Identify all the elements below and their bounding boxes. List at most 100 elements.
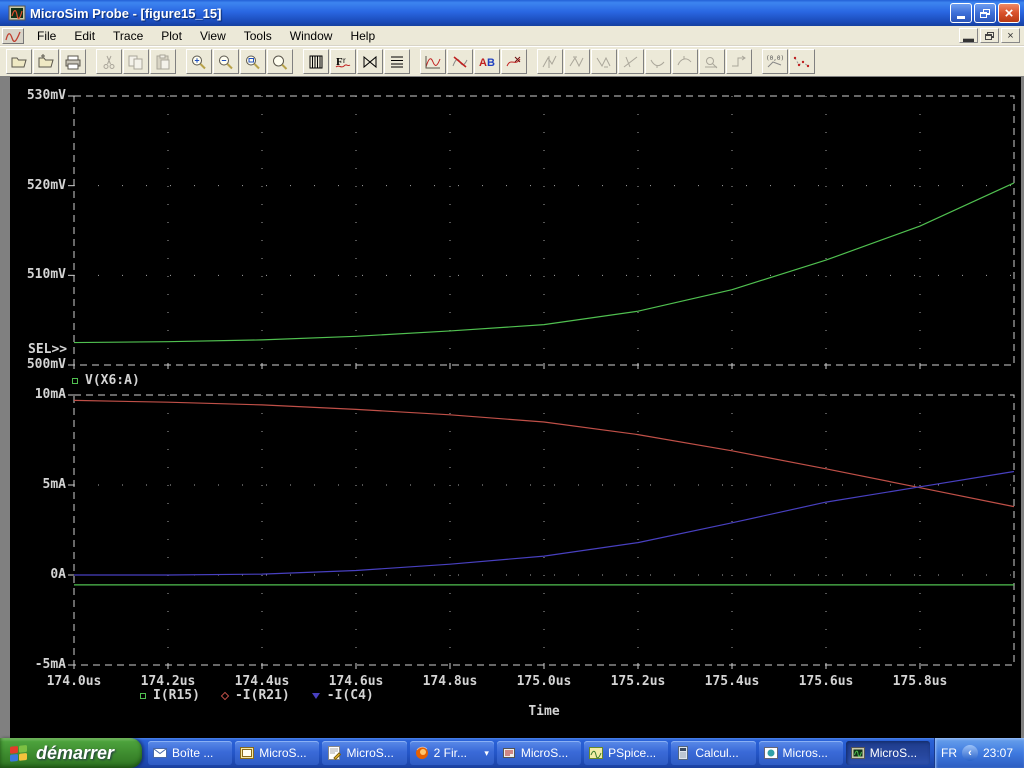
eval-goal-function-button[interactable]: AB bbox=[474, 49, 500, 74]
delete-trace-button[interactable] bbox=[447, 49, 473, 74]
task-dropdown-icon[interactable]: ▾ bbox=[484, 748, 489, 759]
menu-item-help[interactable]: Help bbox=[341, 27, 384, 45]
cursor-toggle-icon bbox=[542, 55, 557, 68]
task-button-label: PSpice... bbox=[608, 746, 657, 760]
close-button[interactable]: × bbox=[998, 3, 1020, 23]
task-button[interactable]: MicroS... bbox=[496, 741, 582, 765]
task-button[interactable]: Boîte ... bbox=[148, 741, 233, 765]
y-tick-label: 0A bbox=[50, 567, 66, 582]
triangle-marker-icon bbox=[311, 692, 320, 699]
start-button[interactable]: démarrer bbox=[0, 738, 142, 768]
minimize-icon bbox=[957, 16, 965, 19]
legend-item[interactable]: V(X6:A) bbox=[72, 373, 140, 388]
zoom-fit-button[interactable] bbox=[267, 49, 293, 74]
legend-label: -I(R21) bbox=[234, 688, 290, 703]
x-axis-settings-button[interactable] bbox=[357, 49, 383, 74]
menu-item-view[interactable]: View bbox=[191, 27, 235, 45]
y-tick-label: 520mV bbox=[26, 177, 66, 193]
y-tick-label: 10mA bbox=[34, 387, 66, 402]
legend-item[interactable]: -I(R21) bbox=[220, 688, 290, 703]
mdi-minimize-icon: ▬ bbox=[963, 32, 974, 45]
title-bar[interactable]: MicroSim Probe - [figure15_15] × bbox=[0, 0, 1024, 26]
minimize-button[interactable] bbox=[950, 3, 972, 23]
task-button[interactable]: Calcul... bbox=[671, 741, 756, 765]
task-button[interactable]: PSpice... bbox=[584, 741, 669, 765]
task-button[interactable]: MicroS... bbox=[322, 741, 407, 765]
plot-columns-button[interactable] bbox=[303, 49, 329, 74]
mark-trace-button[interactable] bbox=[501, 49, 527, 74]
mdi-system-menu-button[interactable] bbox=[2, 27, 24, 44]
calculator-icon bbox=[678, 746, 689, 760]
zoom-out-button[interactable] bbox=[213, 49, 239, 74]
toolbar: Fr A B (0,0) bbox=[0, 46, 1024, 77]
trace--I(C4)[interactable] bbox=[74, 470, 1015, 576]
task-button-label: Micros... bbox=[782, 746, 828, 760]
task-button[interactable]: MicroS... bbox=[235, 741, 320, 765]
menu-item-file[interactable]: File bbox=[28, 27, 65, 45]
cursor-next-button bbox=[726, 49, 752, 74]
task-button[interactable]: 2 Fir... ▾ bbox=[409, 741, 494, 765]
task-button-label: Calcul... bbox=[695, 746, 739, 760]
probe-document-icon bbox=[5, 31, 21, 42]
system-tray: FR ‹ 23:07 bbox=[934, 738, 1024, 768]
trace--I(R21)[interactable] bbox=[73, 399, 1015, 508]
plot-canvas[interactable] bbox=[10, 77, 1021, 738]
legend-item[interactable]: -I(C4) bbox=[311, 688, 374, 703]
x-tick-label: 174.8us bbox=[422, 674, 478, 689]
delete-trace-icon bbox=[452, 55, 468, 68]
menu-item-plot[interactable]: Plot bbox=[152, 27, 191, 45]
task-button[interactable]: Micros... bbox=[758, 741, 843, 765]
zoom-area-icon bbox=[246, 55, 260, 69]
plot-columns-icon bbox=[309, 55, 323, 68]
x-tick-label: 174.2us bbox=[140, 674, 196, 689]
y-axis-icon bbox=[391, 56, 403, 67]
fourier-button[interactable]: Fr bbox=[330, 49, 356, 74]
probe-client-area: 530mV 520mV 510mV 500mV 10mA 5mA 0A -5mA 174.0us… bbox=[0, 77, 1024, 738]
x-tick-label: 175.0us bbox=[516, 674, 572, 689]
cursor-max-button bbox=[672, 49, 698, 74]
diamond-marker-icon bbox=[220, 691, 230, 700]
printer2-icon bbox=[502, 748, 515, 758]
menu-item-window[interactable]: Window bbox=[281, 27, 342, 45]
legend-item[interactable]: I(R15) bbox=[140, 688, 200, 703]
mark-data-points-icon bbox=[793, 56, 810, 67]
mdi-restore-button[interactable] bbox=[980, 28, 999, 43]
cursor-min-icon bbox=[650, 59, 665, 68]
y-tick-label: 510mV bbox=[26, 267, 66, 283]
zoom-area-button[interactable] bbox=[240, 49, 266, 74]
mdi-close-button[interactable]: × bbox=[1001, 28, 1020, 43]
legend-label: I(R15) bbox=[153, 688, 200, 703]
mdi-window-controls: ▬ × bbox=[957, 28, 1020, 45]
menu-item-edit[interactable]: Edit bbox=[65, 27, 104, 45]
language-indicator[interactable]: FR bbox=[941, 746, 957, 760]
cut-icon bbox=[103, 55, 115, 69]
zoom-in-button[interactable] bbox=[186, 49, 212, 74]
trace-V(X6:A)[interactable] bbox=[73, 182, 1015, 344]
x-tick-label: 175.4us bbox=[704, 674, 760, 689]
firefox-icon bbox=[415, 746, 428, 759]
schematics-icon bbox=[240, 747, 255, 759]
x-axis-icon bbox=[363, 55, 377, 68]
menu-item-trace[interactable]: Trace bbox=[104, 27, 152, 45]
print-button[interactable] bbox=[60, 49, 86, 74]
task-button[interactable]: MicroS... bbox=[845, 741, 930, 765]
mdi-restore-icon bbox=[985, 31, 994, 40]
close-icon: × bbox=[1004, 4, 1014, 22]
menu-item-tools[interactable]: Tools bbox=[235, 27, 281, 45]
start-button-label: démarrer bbox=[36, 742, 115, 763]
restore-button[interactable] bbox=[974, 3, 996, 23]
add-trace-button[interactable] bbox=[420, 49, 446, 74]
cursor-peak-icon bbox=[569, 56, 584, 67]
y-axis-settings-button[interactable] bbox=[384, 49, 410, 74]
open-append-button[interactable] bbox=[33, 49, 59, 74]
mark-data-points-button[interactable] bbox=[789, 49, 815, 74]
cursor-search-button bbox=[699, 49, 725, 74]
tray-chevron-icon[interactable]: ‹ bbox=[962, 745, 978, 761]
mark-point-button[interactable]: (0,0) bbox=[762, 49, 788, 74]
y-tick-label: 500mV bbox=[26, 357, 66, 372]
mdi-close-icon: × bbox=[1007, 29, 1014, 42]
fourier-icon: Fr bbox=[335, 56, 351, 68]
open-button[interactable] bbox=[6, 49, 32, 74]
x-tick-label: 175.6us bbox=[798, 674, 854, 689]
mdi-minimize-button[interactable]: ▬ bbox=[959, 28, 978, 45]
